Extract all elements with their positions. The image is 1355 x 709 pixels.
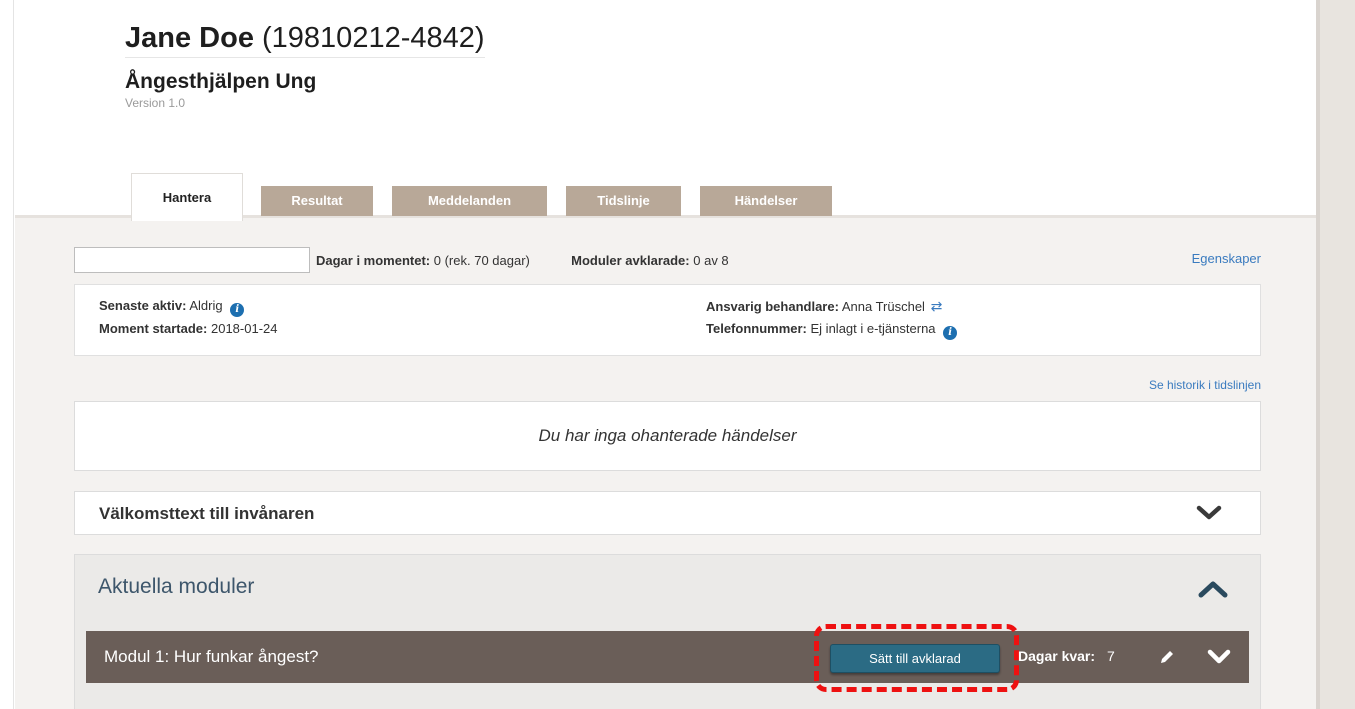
program-title: Ångesthjälpen Ung: [125, 70, 317, 93]
patient-page: Jane Doe (19810212-4842) Ångesthjälpen U…: [15, 0, 1316, 709]
patient-id: (19810212-4842): [262, 22, 485, 54]
days-label: Dagar i momentet:: [316, 253, 431, 268]
therapist-label: Ansvarig behandlare:: [706, 299, 839, 314]
last-active-value: Aldrig: [189, 298, 223, 313]
started-value: 2018-01-24: [210, 321, 278, 336]
chevron-down-icon[interactable]: [1196, 504, 1222, 522]
stats-line: Dagar i momentet: 0 (rek. 70 dagar) Modu…: [316, 253, 729, 268]
events-box: Du har inga ohanterade händelser: [74, 401, 1261, 471]
info-card: Senaste aktiv: Aldrig i Moment startade:…: [74, 284, 1261, 356]
tab-meddelanden[interactable]: Meddelanden: [392, 186, 547, 216]
mark-complete-button[interactable]: Sätt till avklarad: [830, 644, 1000, 673]
info-icon[interactable]: i: [943, 326, 958, 340]
tab-hantera[interactable]: Hantera: [131, 173, 243, 221]
phone-label: Telefonnummer:: [706, 321, 807, 336]
days-value: 0 (rek. 70 dagar): [433, 253, 530, 268]
left-edge: [0, 0, 14, 709]
days-left-value: 7: [1106, 648, 1115, 664]
filter-input[interactable]: [74, 247, 310, 273]
patient-header: Jane Doe (19810212-4842): [125, 22, 485, 58]
days-left-label: Dagar kvar:: [1018, 648, 1096, 664]
modules-completed-value: 0 av 8: [693, 253, 729, 268]
chevron-down-icon[interactable]: [1207, 649, 1231, 665]
pencil-icon[interactable]: [1159, 649, 1175, 665]
tab-tidslinje[interactable]: Tidslinje: [566, 186, 681, 216]
modules-panel: Aktuella moduler Modul 1: Hur funkar ång…: [74, 554, 1261, 709]
module-row[interactable]: Modul 1: Hur funkar ångest? Sätt till av…: [86, 624, 1249, 692]
right-scroll-area: [1316, 0, 1355, 709]
started-line: Moment startade: 2018-01-24: [99, 321, 277, 336]
therapist-line: Ansvarig behandlare: Anna Trüschel ⇄: [706, 298, 942, 315]
last-active-line: Senaste aktiv: Aldrig i: [99, 298, 245, 317]
tab-bar: Hantera Resultat Meddelanden Tidslinje H…: [15, 173, 1316, 221]
swap-icon[interactable]: ⇄: [931, 298, 943, 315]
phone-value: Ej inlagt i e-tjänsterna: [810, 321, 936, 336]
days-left: Dagar kvar: 7: [1018, 648, 1115, 664]
info-icon[interactable]: i: [230, 303, 245, 317]
tab-handelser[interactable]: Händelser: [700, 186, 832, 216]
modules-completed-label: Moduler avklarade:: [571, 253, 690, 268]
history-link[interactable]: Se historik i tidslinjen: [1149, 378, 1261, 392]
welcome-section-label: Välkomsttext till invånaren: [99, 504, 315, 523]
started-label: Moment startade:: [99, 321, 208, 336]
manage-panel: Dagar i momentet: 0 (rek. 70 dagar) Modu…: [15, 218, 1316, 709]
last-active-label: Senaste aktiv:: [99, 298, 187, 313]
welcome-section-header[interactable]: Välkomsttext till invånaren: [74, 491, 1261, 535]
program-version: Version 1.0: [125, 96, 186, 110]
modules-title: Aktuella moduler: [98, 575, 255, 598]
module-name: Modul 1: Hur funkar ångest?: [104, 647, 319, 666]
phone-line: Telefonnummer: Ej inlagt i e-tjänsterna …: [706, 321, 958, 340]
tab-resultat[interactable]: Resultat: [261, 186, 373, 216]
patient-name: Jane Doe: [125, 22, 254, 54]
chevron-up-icon[interactable]: [1198, 579, 1228, 599]
therapist-value: Anna Trüschel: [841, 299, 925, 314]
properties-link[interactable]: Egenskaper: [1192, 251, 1261, 266]
